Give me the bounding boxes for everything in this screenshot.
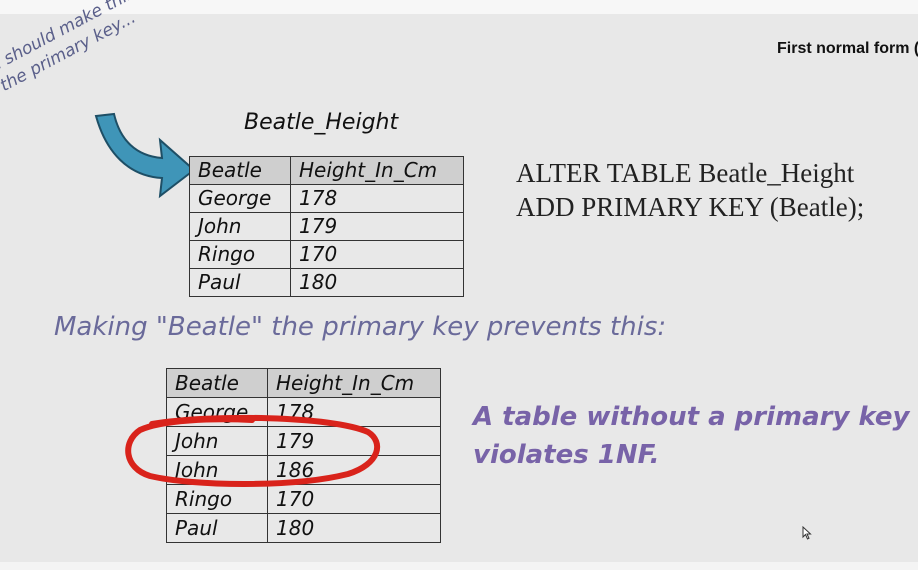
mouse-cursor-icon [802, 526, 812, 540]
table-cell: John [189, 212, 291, 241]
table-cell: 180 [290, 268, 464, 297]
table-row: Paul 180 [166, 513, 441, 543]
table-cell: 178 [290, 184, 464, 213]
highlight-circle-icon [125, 414, 381, 487]
table-cell: George [189, 184, 291, 213]
table-cell: 170 [290, 240, 464, 269]
column-header: Height_In_Cm [267, 368, 441, 398]
table-cell: Paul [166, 513, 268, 543]
table-header-row: Beatle Height_In_Cm [189, 156, 464, 185]
column-header: Height_In_Cm [290, 156, 464, 185]
table-cell: 179 [290, 212, 464, 241]
section-title: First normal form ( [777, 40, 918, 57]
sql-statement: ALTER TABLE Beatle_Height ADD PRIMARY KE… [516, 156, 864, 224]
prevents-caption: Making "Beatle" the primary key prevents… [54, 312, 667, 342]
table-row: Paul 180 [189, 268, 464, 297]
beatle-height-table: Beatle Height_In_Cm George 178 John 179 … [189, 156, 464, 297]
bottom-bar [0, 562, 918, 570]
table-cell: Paul [189, 268, 291, 297]
column-header: Beatle [166, 368, 268, 398]
sql-line-2: ADD PRIMARY KEY (Beatle); [516, 192, 865, 222]
table-row: Ringo 170 [189, 240, 464, 269]
table-title: Beatle_Height [244, 110, 399, 135]
table-row: John 179 [189, 212, 464, 241]
table-cell: Ringo [189, 240, 291, 269]
violates-1nf-caption: A table without a primary key violates 1… [473, 402, 910, 470]
table-cell: 180 [267, 513, 441, 543]
curved-arrow-icon [94, 112, 196, 199]
sql-line-1: ALTER TABLE Beatle_Height [516, 158, 855, 188]
table-header-row: Beatle Height_In_Cm [166, 368, 441, 398]
column-header: Beatle [189, 156, 291, 185]
table-row: George 178 [189, 184, 464, 213]
